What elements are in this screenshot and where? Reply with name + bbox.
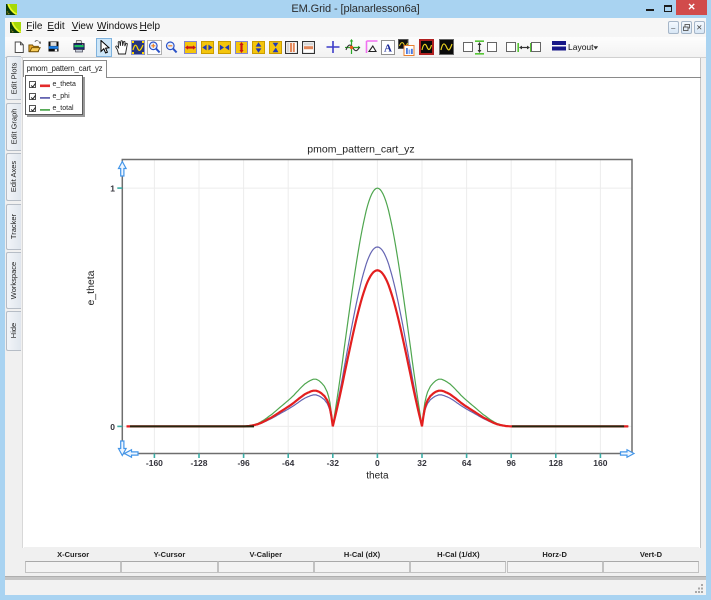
svg-text:-32: -32 [327, 458, 340, 468]
svg-text:32: 32 [417, 458, 427, 468]
svg-text:theta: theta [366, 471, 389, 482]
svg-text:pmom_pattern_cart_yz: pmom_pattern_cart_yz [307, 144, 414, 156]
svg-text:-64: -64 [282, 458, 295, 468]
svg-text:-128: -128 [190, 458, 207, 468]
svg-text:64: 64 [462, 458, 472, 468]
svg-text:0: 0 [375, 458, 380, 468]
svg-text:-160: -160 [146, 458, 163, 468]
svg-text:160: 160 [593, 458, 607, 468]
svg-text:e_theta: e_theta [85, 270, 97, 305]
svg-text:128: 128 [549, 458, 563, 468]
svg-text:96: 96 [506, 458, 516, 468]
svg-text:1: 1 [110, 184, 115, 194]
svg-text:-96: -96 [237, 458, 250, 468]
svg-text:0: 0 [110, 422, 115, 432]
